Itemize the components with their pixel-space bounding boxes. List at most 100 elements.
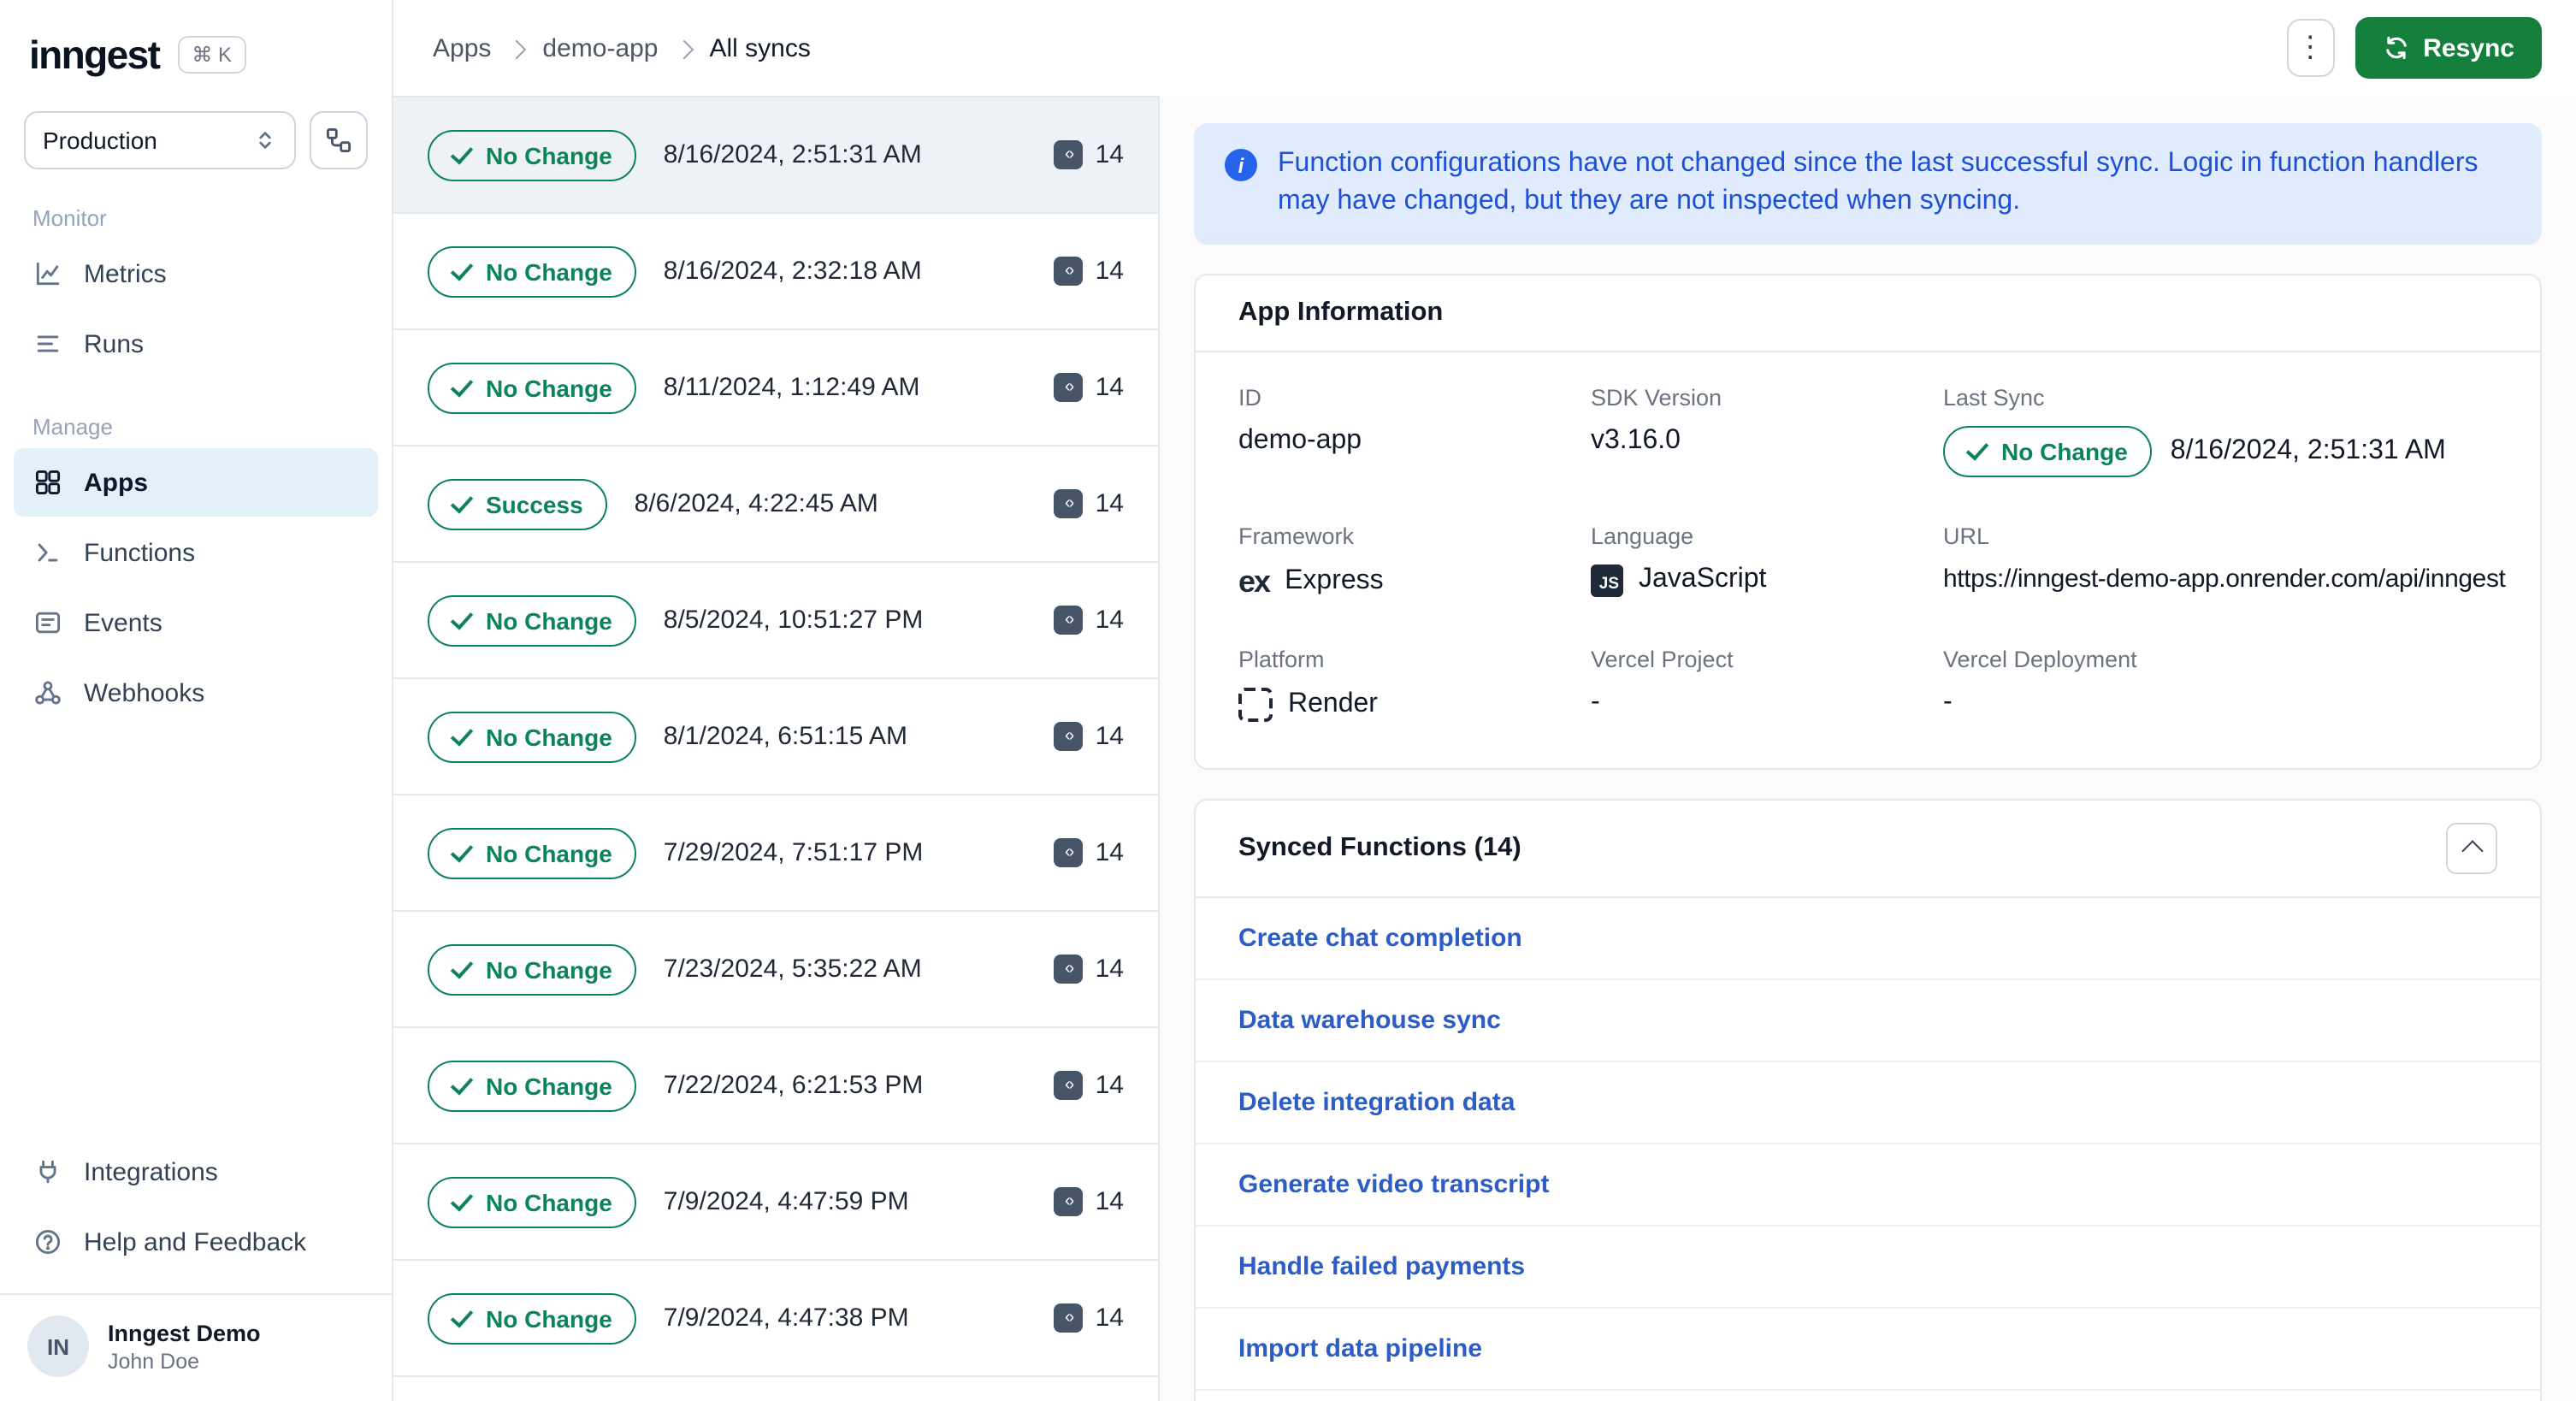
- sync-row[interactable]: No Change 7/22/2024, 6:21:53 PM ‹› 14: [393, 1028, 1158, 1144]
- function-link[interactable]: Data warehouse sync: [1196, 979, 2540, 1062]
- field-label: Vercel Project: [1591, 646, 1734, 672]
- resync-label: Resync: [2423, 33, 2514, 62]
- main-content: i Function configurations have not chang…: [1160, 96, 2576, 1401]
- sync-status-badge: No Change: [428, 1292, 636, 1344]
- sync-row[interactable]: No Change 8/1/2024, 6:51:15 AM ‹› 14: [393, 679, 1158, 795]
- sync-row[interactable]: No Change 7/9/2024, 4:47:38 PM ‹› 14: [393, 1261, 1158, 1377]
- last-sync-status-label: No Change: [2001, 437, 2128, 465]
- field-sdk-version: SDK Version v3.16.0: [1591, 385, 1943, 477]
- sync-status-badge: No Change: [428, 129, 636, 180]
- field-language: Language JS JavaScript: [1591, 523, 1943, 600]
- chevron-right-icon: [507, 38, 527, 59]
- resync-button[interactable]: Resync: [2354, 17, 2542, 79]
- sync-row[interactable]: No Change 7/9/2024, 4:47:59 PM ‹› 14: [393, 1144, 1158, 1261]
- sync-function-count: ‹› 14: [1054, 1303, 1124, 1333]
- sync-history-list: No Change 8/16/2024, 2:51:31 AM ‹› 14 No …: [393, 96, 1160, 1401]
- field-label: Language: [1591, 523, 1694, 549]
- field-value: Render: [1238, 687, 1591, 722]
- chevron-right-icon: [674, 38, 694, 59]
- sync-count-value: 14: [1095, 838, 1124, 867]
- sync-count-value: 14: [1095, 1071, 1124, 1100]
- sync-status-badge: No Change: [428, 245, 636, 297]
- sync-function-count: ‹› 14: [1054, 606, 1124, 635]
- field-label: SDK Version: [1591, 384, 1722, 411]
- sync-row[interactable]: Success 8/6/2024, 4:22:45 AM ‹› 14: [393, 446, 1158, 563]
- check-icon: [450, 838, 474, 862]
- sync-status-label: No Change: [486, 839, 612, 866]
- express-icon: ex: [1238, 564, 1271, 599]
- sidebar-item-webhooks[interactable]: Webhooks: [14, 659, 378, 727]
- sync-timestamp: 8/16/2024, 2:32:18 AM: [663, 257, 922, 286]
- sync-row[interactable]: No Change 8/5/2024, 10:51:27 PM ‹› 14: [393, 563, 1158, 679]
- field-value: ex Express: [1238, 565, 1591, 600]
- sync-status-label: No Change: [486, 955, 612, 983]
- sidebar-item-label: Webhooks: [84, 678, 205, 707]
- sync-function-count: ‹› 14: [1054, 722, 1124, 751]
- function-link[interactable]: Delete integration data: [1196, 1061, 2540, 1144]
- function-count-icon: ‹›: [1054, 838, 1084, 867]
- sidebar-item-functions[interactable]: Functions: [14, 518, 378, 587]
- more-options-button[interactable]: ⋮: [2286, 19, 2335, 77]
- check-icon: [450, 140, 474, 164]
- field-value: JS JavaScript: [1591, 564, 1943, 597]
- sync-row[interactable]: No Change 7/23/2024, 5:35:22 AM ‹› 14: [393, 912, 1158, 1028]
- sync-status-badge: Success: [428, 478, 607, 529]
- function-count-icon: ‹›: [1054, 1071, 1084, 1100]
- sync-row[interactable]: No Change 8/16/2024, 2:32:18 AM ‹› 14: [393, 214, 1158, 330]
- command-k-shortcut[interactable]: ⌘ K: [178, 36, 246, 74]
- function-count-icon: ‹›: [1054, 373, 1084, 402]
- field-platform: Platform Render: [1238, 647, 1591, 722]
- webhooks-icon: [32, 677, 63, 708]
- function-link[interactable]: Generate video transcript: [1196, 1144, 2540, 1227]
- sync-function-count: ‹› 14: [1054, 140, 1124, 169]
- sync-count-value: 14: [1095, 489, 1124, 518]
- environment-select[interactable]: Production: [24, 111, 296, 169]
- field-value: demo-app: [1238, 425, 1362, 455]
- function-count-icon: ‹›: [1054, 722, 1084, 751]
- function-count-icon: ‹›: [1054, 257, 1084, 286]
- sync-status-label: No Change: [486, 257, 612, 285]
- environment-settings-button[interactable]: [310, 111, 368, 169]
- sidebar-item-events[interactable]: Events: [14, 588, 378, 657]
- function-link[interactable]: Create chat completion: [1196, 897, 2540, 980]
- sidebar-item-apps[interactable]: Apps: [14, 448, 378, 517]
- sync-row[interactable]: No Change 7/9/2024, 4:09:07 PM ‹›14: [393, 1377, 1158, 1401]
- sync-row[interactable]: No Change 8/11/2024, 1:12:49 AM ‹› 14: [393, 330, 1158, 446]
- breadcrumb-demo-app[interactable]: demo-app: [542, 33, 658, 62]
- sync-status-label: No Change: [486, 1188, 612, 1215]
- workflow-icon: [323, 125, 354, 156]
- breadcrumb-apps[interactable]: Apps: [433, 33, 491, 62]
- user-menu[interactable]: IN Inngest Demo John Doe: [0, 1293, 392, 1401]
- collapse-button[interactable]: [2446, 822, 2497, 874]
- sidebar-nav: Monitor Metrics Runs Manage Apps Functio…: [0, 169, 392, 729]
- sync-status-badge: No Change: [428, 594, 636, 646]
- function-link[interactable]: Import data pipeline: [1196, 1308, 2540, 1391]
- environment-row: Production: [24, 111, 368, 169]
- last-sync-status-badge: No Change: [1943, 425, 2152, 477]
- sidebar-item-integrations[interactable]: Integrations: [14, 1138, 378, 1206]
- sidebar-item-label: Events: [84, 608, 162, 637]
- sidebar-item-runs[interactable]: Runs: [14, 310, 378, 378]
- function-count-icon: ‹›: [1054, 1303, 1084, 1333]
- synced-functions-title: Synced Functions (14): [1238, 832, 1521, 862]
- function-link[interactable]: Send billing receipt: [1196, 1390, 2540, 1401]
- right-pane: Apps demo-app All syncs ⋮ Resync No Chan…: [393, 0, 2576, 1401]
- sync-function-count: ‹› 14: [1054, 257, 1124, 286]
- sync-status-label: No Change: [486, 1304, 612, 1332]
- sidebar: inngest ⌘ K Production Monitor Metrics R…: [0, 0, 393, 1401]
- function-count-icon: ‹›: [1054, 489, 1084, 518]
- render-icon: [1238, 687, 1273, 722]
- sync-row[interactable]: No Change 8/16/2024, 2:51:31 AM ‹› 14: [393, 98, 1158, 214]
- function-link[interactable]: Handle failed payments: [1196, 1226, 2540, 1309]
- sidebar-item-label: Apps: [84, 468, 148, 497]
- sync-status-label: No Change: [486, 606, 612, 634]
- info-banner-text: Function configurations have not changed…: [1278, 149, 2479, 216]
- sync-count-value: 14: [1095, 1187, 1124, 1216]
- sync-row[interactable]: No Change 7/29/2024, 7:51:17 PM ‹› 14: [393, 795, 1158, 912]
- field-value: -: [1943, 687, 1953, 717]
- sidebar-item-help-and-feedback[interactable]: Help and Feedback: [14, 1208, 378, 1276]
- sidebar-item-metrics[interactable]: Metrics: [14, 239, 378, 308]
- function-count-icon: ‹›: [1054, 606, 1084, 635]
- sync-function-count: ‹› 14: [1054, 373, 1124, 402]
- check-icon: [450, 257, 474, 281]
